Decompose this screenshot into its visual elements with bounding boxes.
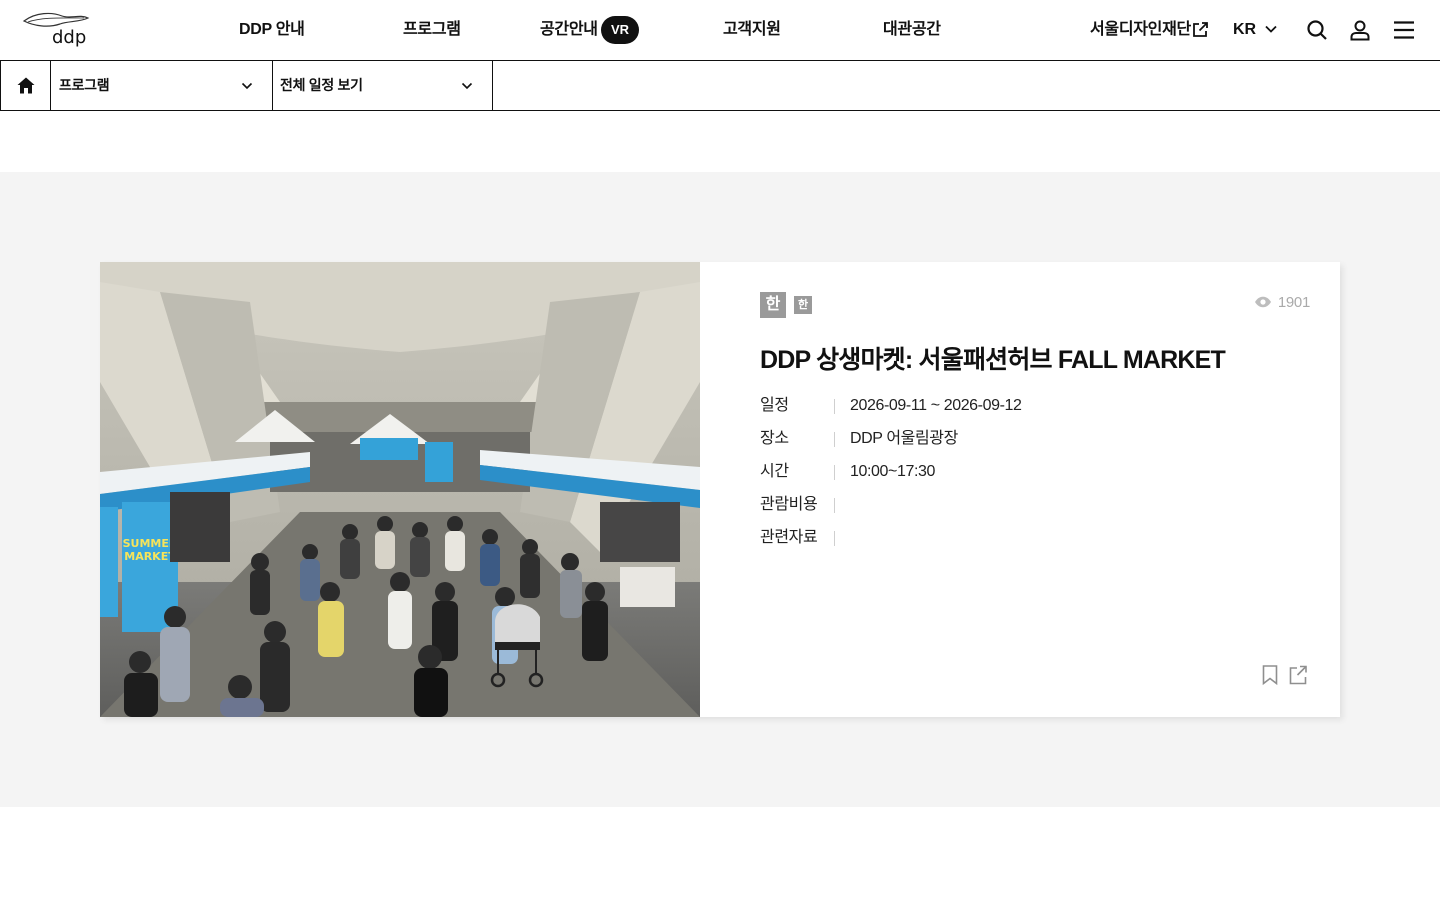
detail-label: 일정 (760, 397, 789, 414)
detail-value: 10:00~17:30 (850, 463, 936, 480)
banner-text: MARKET (124, 550, 176, 563)
banner-text: SUMMER (123, 537, 178, 550)
divider (834, 432, 835, 447)
share-icon[interactable] (1288, 664, 1308, 686)
logo-wordmark: ddp (52, 27, 86, 48)
event-info: 한 한 1901 DDP 상생마켓: 서울패션허브 FALL MARKET 일정… (700, 262, 1340, 717)
detail-row-materials: 관련자료 (760, 526, 1300, 559)
chevron-down-icon (460, 79, 474, 93)
divider (834, 498, 835, 513)
event-card[interactable]: SUMMER MARKET 한 한 1901 DDP 상생마켓: 서울패션허브 … (100, 262, 1340, 717)
nav-space-info[interactable]: 공간안내 (540, 0, 598, 60)
ddp-logo[interactable]: ddp (22, 12, 90, 48)
event-title: DDP 상생마켓: 서울패션허브 FALL MARKET (760, 346, 1226, 374)
detail-row-venue: 장소 DDP 어울림광장 (760, 427, 1300, 460)
detail-row-time: 시간 10:00~17:30 (760, 460, 1300, 493)
detail-value: DDP 어울림광장 (850, 430, 958, 447)
detail-row-schedule: 일정 2026-09-11 ~ 2026-09-12 (760, 394, 1300, 427)
divider (834, 399, 835, 414)
home-button[interactable] (0, 61, 51, 110)
divider (834, 531, 835, 546)
filter-bar: 프로그램 전체 일정 보기 (0, 60, 1440, 111)
bookmark-icon[interactable] (1260, 664, 1280, 686)
category-select[interactable]: 프로그램 (51, 61, 273, 110)
event-details: 일정 2026-09-11 ~ 2026-09-12 장소 DDP 어울림광장 … (760, 394, 1300, 559)
divider (834, 465, 835, 480)
menu-icon[interactable] (1392, 18, 1416, 42)
detail-value: 2026-09-11 ~ 2026-09-12 (850, 397, 1022, 414)
detail-row-fee: 관람비용 (760, 493, 1300, 526)
foundation-link[interactable]: 서울디자인재단 (1090, 0, 1191, 60)
chevron-down-icon (240, 79, 254, 93)
search-icon[interactable] (1305, 18, 1329, 42)
nav-program[interactable]: 프로그램 (403, 0, 461, 60)
detail-label: 장소 (760, 430, 789, 447)
schedule-select-label: 전체 일정 보기 (280, 77, 363, 93)
external-link-icon[interactable] (1191, 21, 1209, 39)
view-count: 1901 (1254, 292, 1310, 312)
event-photo[interactable]: SUMMER MARKET (100, 262, 700, 717)
chevron-down-icon[interactable] (1264, 22, 1278, 36)
detail-label: 관련자료 (760, 529, 818, 546)
detail-label: 시간 (760, 463, 789, 480)
language-tag-korean[interactable]: 한 (760, 292, 786, 318)
nav-customer-support[interactable]: 고객지원 (723, 0, 781, 60)
site-header: ddp DDP 안내 프로그램 공간안내 VR 고객지원 대관공간 서울디자인재… (0, 0, 1440, 60)
schedule-select[interactable]: 전체 일정 보기 (272, 61, 493, 110)
detail-label: 관람비용 (760, 496, 818, 513)
content-band: SUMMER MARKET 한 한 1901 DDP 상생마켓: 서울패션허브 … (0, 172, 1440, 807)
user-icon[interactable] (1348, 18, 1372, 42)
nav-rental-space[interactable]: 대관공간 (883, 0, 941, 60)
vr-badge[interactable]: VR (601, 16, 639, 44)
nav-ddp-info[interactable]: DDP 안내 (239, 0, 305, 60)
eye-icon (1254, 296, 1271, 308)
view-count-value: 1901 (1277, 293, 1310, 311)
category-select-label: 프로그램 (59, 77, 110, 93)
home-icon (17, 77, 35, 94)
language-selector[interactable]: KR (1233, 0, 1256, 60)
language-tag-korean-small[interactable]: 한 (794, 296, 812, 314)
